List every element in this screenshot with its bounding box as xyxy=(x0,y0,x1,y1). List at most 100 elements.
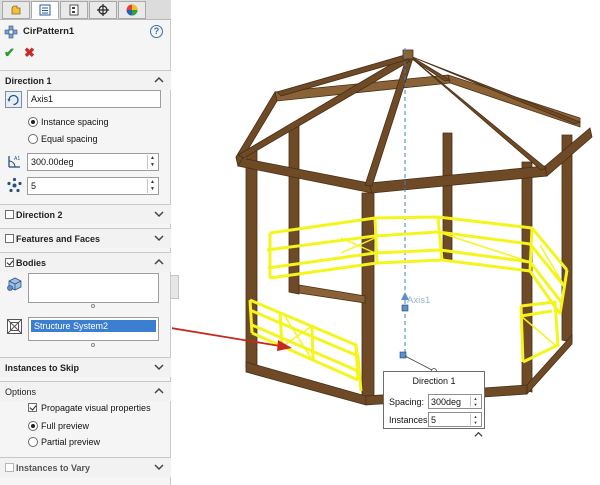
features-tab[interactable] xyxy=(2,1,30,19)
angle-field[interactable]: 300.00deg ▲ ▼ xyxy=(27,153,159,171)
property-manager-tab-icon xyxy=(39,4,51,16)
equal-spacing-label: Equal spacing xyxy=(41,134,98,144)
ok-icon[interactable]: ✔ xyxy=(4,46,15,59)
instances-icon xyxy=(7,177,22,193)
propagate-visual-checkbox[interactable] xyxy=(28,403,37,412)
manager-tab-bar xyxy=(0,0,171,20)
axis-direction-icon[interactable] xyxy=(5,91,22,108)
display-manager-tab[interactable] xyxy=(118,1,146,19)
wood-post xyxy=(442,132,453,261)
full-preview-label: Full preview xyxy=(41,421,90,431)
features-faces-section-header[interactable]: Features and Faces xyxy=(0,228,171,248)
property-manager-tab[interactable] xyxy=(31,1,59,19)
dimxpert-tab-icon xyxy=(97,4,109,16)
callout-spacing-spinner[interactable]: ▲ ▼ xyxy=(470,396,480,407)
callout-spacing-value: 300deg xyxy=(431,397,462,407)
direction2-section-header[interactable]: Direction 2 xyxy=(0,204,171,224)
partial-preview-radio[interactable] xyxy=(28,437,38,447)
wood-top-beam xyxy=(447,74,581,128)
truss-post xyxy=(310,325,315,361)
configuration-manager-tab[interactable] xyxy=(60,1,88,19)
angle-value: 300.00deg xyxy=(31,157,74,167)
pattern-axis-field[interactable]: Axis1 xyxy=(27,90,161,108)
confirm-row: ✔ ✖ xyxy=(0,44,171,62)
callout-title: Direction 1 xyxy=(412,376,456,386)
annotation-arrow xyxy=(172,327,292,351)
axis-label: Axis1 xyxy=(407,295,431,306)
instances-to-vary-section-header[interactable]: Instances to Vary xyxy=(0,457,171,477)
wood-rafter xyxy=(408,55,547,171)
truss-post xyxy=(278,312,284,347)
direction2-checkbox[interactable] xyxy=(5,210,14,219)
wood-post xyxy=(561,134,573,343)
callout-leader xyxy=(404,355,433,371)
equal-spacing-radio[interactable] xyxy=(28,134,38,144)
configuration-manager-tab-icon xyxy=(69,4,79,16)
truss-post xyxy=(519,305,525,363)
options-section-header[interactable]: Options xyxy=(0,381,171,401)
direction1-callout: Direction 1 Spacing: 300deg ▲ ▼ Instances… xyxy=(383,371,485,429)
property-manager-panel: CirPattern1 ? ✔ ✖ Direction 1 Axis1 Inst… xyxy=(0,0,171,485)
instances-to-vary-checkbox[interactable] xyxy=(5,463,14,472)
svg-text:A1: A1 xyxy=(14,156,20,162)
selected-bodies-list[interactable]: Structure System2 xyxy=(28,317,159,341)
truss-post xyxy=(528,227,534,272)
truss-post xyxy=(354,344,360,381)
bodies-checkbox[interactable] xyxy=(5,258,14,267)
instances-to-skip-section-header[interactable]: Instances to Skip xyxy=(0,357,171,377)
direction1-section-header[interactable]: Direction 1 xyxy=(0,70,171,90)
wood-post xyxy=(288,125,300,295)
angle-icon: A1 xyxy=(8,156,20,168)
callout-spacing-label: Spacing: xyxy=(389,397,425,407)
direction1-label: Direction 1 xyxy=(5,76,52,86)
bodies-section-header[interactable]: Bodies xyxy=(0,252,171,272)
instances-value: 5 xyxy=(31,181,37,191)
selected-body-item[interactable]: Structure System2 xyxy=(31,320,156,332)
truss-post xyxy=(248,299,254,334)
list-resize-handle[interactable] xyxy=(91,304,95,308)
callout-instances-spinner[interactable]: ▲ ▼ xyxy=(470,414,480,425)
chevron-up-icon[interactable] xyxy=(474,430,483,439)
instances-spinner[interactable]: ▲ ▼ xyxy=(147,179,157,193)
chevron-down-icon xyxy=(154,464,164,471)
partial-preview-label: Partial preview xyxy=(41,437,101,447)
dimxpert-tab[interactable] xyxy=(89,1,117,19)
options-label: Options xyxy=(5,387,37,397)
bodies-icon xyxy=(7,277,22,291)
truss-post xyxy=(373,217,379,264)
feature-title: CirPattern1 xyxy=(23,26,75,37)
callout-instances-field[interactable]: 5 ▲ ▼ xyxy=(428,412,482,427)
help-icon[interactable]: ? xyxy=(150,25,163,38)
chevron-up-icon xyxy=(154,76,164,83)
propagate-visual-label: Propagate visual properties xyxy=(41,403,151,413)
display-manager-tab-icon xyxy=(126,4,138,16)
list-resize-handle[interactable] xyxy=(91,343,95,347)
solid-bodies-list[interactable] xyxy=(28,273,159,303)
pattern-axis-value: Axis1 xyxy=(31,94,54,104)
callout-instances-label: Instances: xyxy=(389,415,431,425)
chevron-down-icon xyxy=(154,211,164,218)
instance-spacing-label: Instance spacing xyxy=(41,117,109,127)
wood-top-beam xyxy=(368,165,548,194)
wood-post xyxy=(245,149,258,373)
chevron-down-icon xyxy=(154,235,164,242)
wood-base-beam xyxy=(526,333,573,396)
circular-pattern-icon xyxy=(4,25,18,39)
angle-spinner[interactable]: ▲ ▼ xyxy=(147,155,157,169)
full-preview-radio[interactable] xyxy=(28,421,38,431)
wood-base-beam xyxy=(298,284,366,304)
body-selection-icon xyxy=(7,319,22,334)
chevron-up-icon xyxy=(154,387,164,394)
cancel-icon[interactable]: ✖ xyxy=(24,46,35,59)
bodies-label: Bodies xyxy=(16,258,47,268)
instances-field[interactable]: 5 ▲ ▼ xyxy=(27,177,159,195)
instance-spacing-radio[interactable] xyxy=(28,117,38,127)
callout-spacing-field[interactable]: 300deg ▲ ▼ xyxy=(428,394,482,409)
features-tab-icon xyxy=(11,5,21,15)
instances-to-skip-label: Instances to Skip xyxy=(5,363,80,373)
direction2-label: Direction 2 xyxy=(16,210,63,220)
feature-title-row: CirPattern1 ? xyxy=(0,22,171,42)
truss-post xyxy=(436,216,444,261)
features-faces-checkbox[interactable] xyxy=(5,234,14,243)
chevron-up-icon xyxy=(154,258,164,265)
